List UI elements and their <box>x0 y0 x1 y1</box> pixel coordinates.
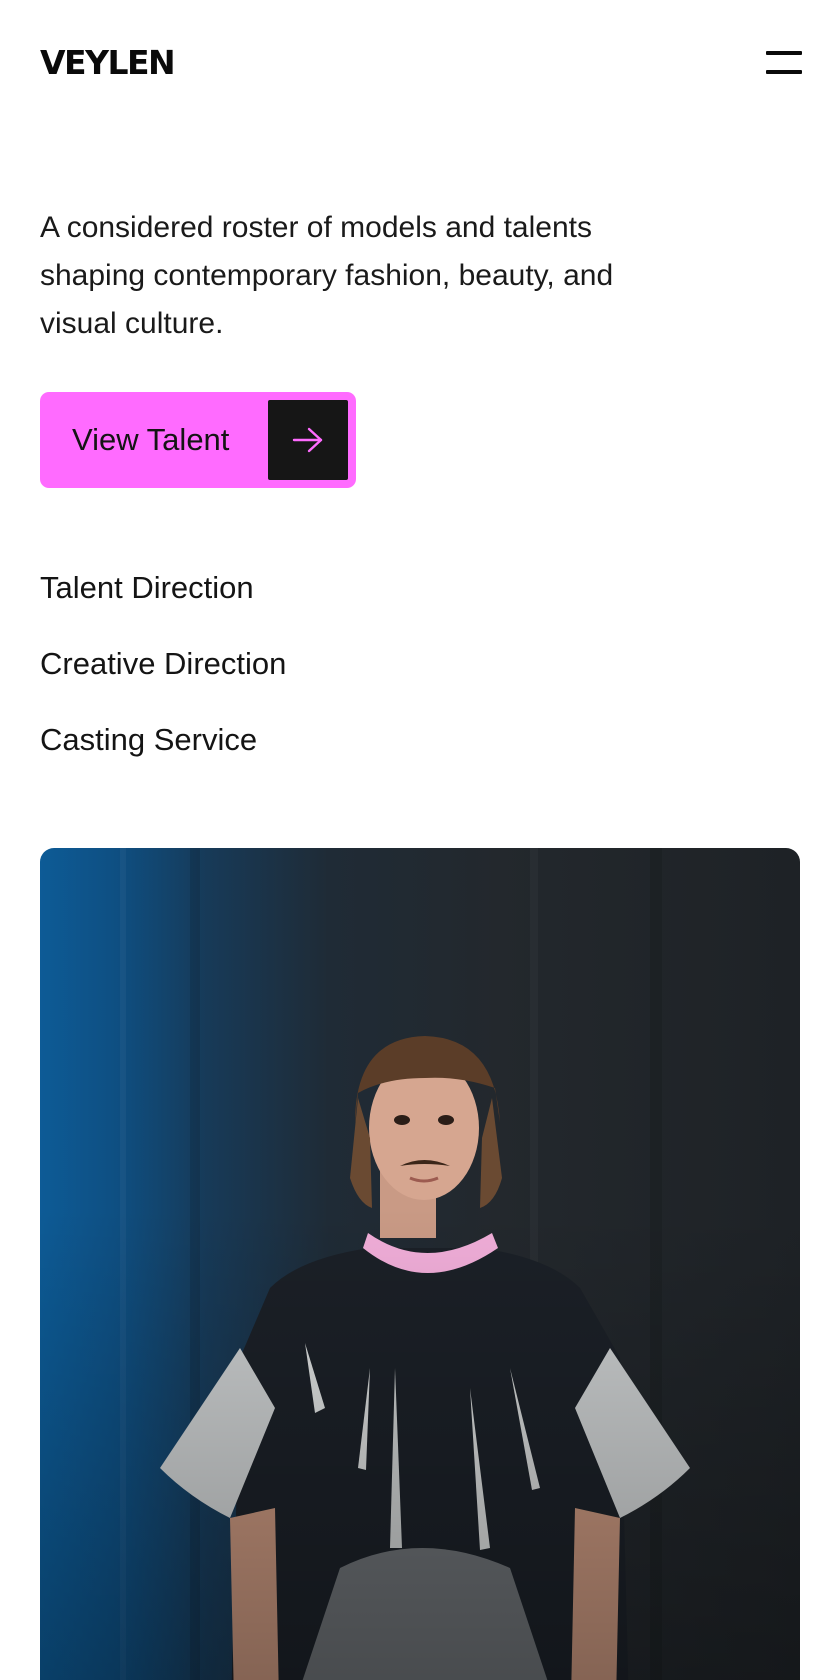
service-casting-service[interactable]: Casting Service <box>40 722 440 798</box>
brand-logo[interactable]: VEYLEN <box>40 46 176 79</box>
hamburger-menu-icon <box>766 51 802 55</box>
menu-button[interactable] <box>764 44 804 80</box>
view-talent-button[interactable]: View Talent <box>40 392 356 488</box>
hamburger-menu-icon-bar <box>766 70 802 74</box>
view-talent-label: View Talent <box>72 422 230 457</box>
site-header: VEYLEN <box>40 44 802 84</box>
hero-portrait-image <box>40 848 800 1680</box>
arrow-right-icon <box>268 400 348 480</box>
intro-text: A considered roster of models and talent… <box>40 211 614 340</box>
portrait-illustration <box>120 848 690 1680</box>
services-list: Talent Direction Creative Direction Cast… <box>40 570 440 798</box>
service-creative-direction[interactable]: Creative Direction <box>40 646 440 722</box>
service-talent-direction[interactable]: Talent Direction <box>40 570 440 646</box>
